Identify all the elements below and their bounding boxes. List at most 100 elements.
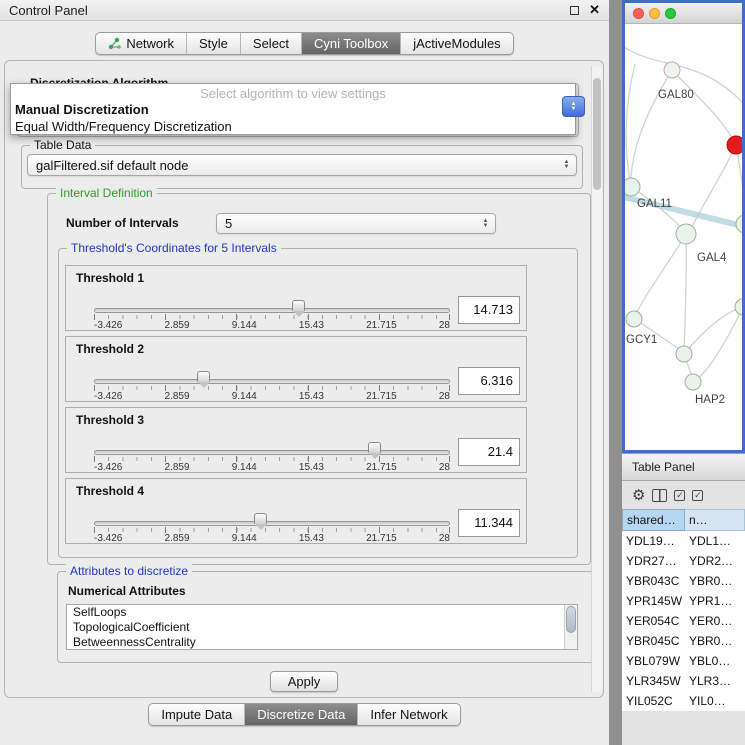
node-label-gal11: GAL11 <box>637 198 672 210</box>
tab-infer-network[interactable]: Infer Network <box>357 704 459 725</box>
slider-scale-label: 15.43 <box>299 533 324 544</box>
number-of-intervals-label: Number of Intervals <box>66 216 179 230</box>
node-label-gal4: GAL4 <box>697 252 727 264</box>
slider-scale-label: 28 <box>439 320 450 331</box>
node-label-gcy1: GCY1 <box>626 334 657 346</box>
algorithm-option-equal-width[interactable]: Equal Width/Frequency Discretization <box>11 118 575 135</box>
slider-scale-label: -3.426 <box>94 320 122 331</box>
threshold-slider[interactable]: -3.426 2.859 9.144 15.43 21.715 <box>94 373 450 403</box>
node[interactable] <box>664 62 680 78</box>
slider-scale: -3.426 2.859 9.144 15.43 21.715 <box>94 391 450 402</box>
network-view-window: GAL80 GAL11 GAL4 GCY1 HAP2 <box>622 0 745 453</box>
zoom-traffic-light-icon[interactable] <box>665 8 676 19</box>
threshold-slider-thumb[interactable] <box>368 442 381 459</box>
table-body: YDL19… YDL1… YDR27… YDR2… YBR043C YBR0… … <box>622 531 745 711</box>
threshold-label: Threshold 2 <box>76 342 144 356</box>
slider-scale-label: 2.859 <box>165 320 190 331</box>
threshold-panel: Threshold 4 <box>65 478 527 544</box>
table-row[interactable]: YBR045C YBR0… <box>622 631 745 651</box>
gear-icon[interactable]: ⚙ <box>632 488 645 503</box>
node[interactable] <box>736 215 742 233</box>
table-panel-header: Table Panel <box>622 453 745 481</box>
slider-scale-label: 28 <box>439 533 450 544</box>
thresholds-group-title: Threshold's Coordinates for 5 Intervals <box>67 241 281 255</box>
node[interactable] <box>676 346 692 362</box>
node[interactable] <box>626 311 642 327</box>
slider-scale-label: -3.426 <box>94 462 122 473</box>
algorithm-combobox-button[interactable]: ▲▼ <box>562 96 585 117</box>
algorithm-dropdown-placeholder: Select algorithm to view settings <box>11 84 575 101</box>
table-data-group: Table Data galFiltered.sif default node … <box>21 145 583 189</box>
num-intervals-select[interactable]: 5 ▲▼ <box>216 213 496 234</box>
table-data-select[interactable]: galFiltered.sif default node ▲▼ <box>27 154 577 176</box>
combo-spinner-icon: ▲▼ <box>561 160 576 170</box>
tab-network[interactable]: Network <box>96 33 186 54</box>
tab-cyni-toolbox[interactable]: Cyni Toolbox <box>301 33 400 54</box>
columns-icon[interactable] <box>652 489 667 502</box>
threshold-slider[interactable]: -3.426 2.859 9.144 15.43 21.715 <box>94 302 450 332</box>
tab-impute-data[interactable]: Impute Data <box>149 704 244 725</box>
apply-button[interactable]: Apply <box>270 671 339 692</box>
minimize-traffic-light-icon[interactable] <box>649 8 660 19</box>
slider-scale-label: -3.426 <box>94 391 122 402</box>
threshold-value-input[interactable]: 6.316 <box>458 367 520 395</box>
panel-scrollbar-thumb[interactable] <box>593 78 601 190</box>
table-row[interactable]: YIL052C YIL0… <box>622 691 745 711</box>
float-window-icon[interactable] <box>570 6 579 15</box>
attribute-list-item[interactable]: SelfLoops <box>67 605 577 620</box>
threshold-slider[interactable]: -3.426 2.859 9.144 15.43 21.715 <box>94 515 450 545</box>
algorithm-option-manual[interactable]: Manual Discretization <box>11 101 575 118</box>
attributes-list-scrollbar[interactable] <box>564 605 577 649</box>
select-all-checkbox-icon[interactable]: ✓ <box>674 490 685 501</box>
combo-spinner-icon: ▲▼ <box>480 219 495 229</box>
threshold-label: Threshold 4 <box>76 484 144 498</box>
table-row[interactable]: YPR145W YPR1… <box>622 591 745 611</box>
panel-scrollbar[interactable] <box>591 66 602 692</box>
slider-scale-label: 2.859 <box>165 391 190 402</box>
node[interactable] <box>735 299 742 315</box>
slider-scale: -3.426 2.859 9.144 15.43 21.715 <box>94 533 450 544</box>
threshold-panel: Threshold 1 <box>65 265 527 331</box>
tab-jactivemodules[interactable]: jActiveModules <box>400 33 512 54</box>
slider-scale-label: 9.144 <box>232 320 257 331</box>
node[interactable] <box>676 224 696 244</box>
table-row[interactable]: YBR043C YBR0… <box>622 571 745 591</box>
table-row[interactable]: YBL079W YBL0… <box>622 651 745 671</box>
threshold-slider-thumb[interactable] <box>197 371 210 388</box>
node[interactable] <box>625 178 640 196</box>
node[interactable] <box>685 374 701 390</box>
select-none-checkbox-icon[interactable]: ✓ <box>692 490 703 501</box>
slider-scale-label: -3.426 <box>94 533 122 544</box>
selected-node[interactable] <box>727 136 742 154</box>
slider-scale: -3.426 2.859 9.144 15.43 21.715 <box>94 320 450 331</box>
attribute-list-item[interactable]: BetweennessCentrality <box>67 635 577 650</box>
close-icon[interactable]: ✕ <box>589 2 600 18</box>
threshold-slider-thumb[interactable] <box>292 300 305 317</box>
threshold-value-input[interactable]: 14.713 <box>458 296 520 324</box>
threshold-slider[interactable]: -3.426 2.859 9.144 15.43 21.715 <box>94 444 450 474</box>
column-header-name[interactable]: n… <box>685 509 745 531</box>
slider-track[interactable] <box>94 308 450 313</box>
attribute-list-item[interactable]: TopologicalCoefficient <box>67 620 577 635</box>
table-row[interactable]: YDL19… YDL1… <box>622 531 745 551</box>
threshold-value-input[interactable]: 21.4 <box>458 438 520 466</box>
slider-track[interactable] <box>94 379 450 384</box>
tab-select[interactable]: Select <box>240 33 301 54</box>
num-intervals-value: 5 <box>225 216 232 231</box>
tab-discretize-data[interactable]: Discretize Data <box>244 704 357 725</box>
table-row[interactable]: YER054C YER0… <box>622 611 745 631</box>
slider-scale-label: 21.715 <box>366 320 397 331</box>
tab-style[interactable]: Style <box>186 33 240 54</box>
table-row[interactable]: YDR27… YDR2… <box>622 551 745 571</box>
threshold-value-input[interactable]: 11.344 <box>458 509 520 537</box>
slider-track[interactable] <box>94 450 450 455</box>
node-label-hap2: HAP2 <box>695 394 725 406</box>
column-header-shared-name[interactable]: shared… <box>622 509 685 531</box>
network-canvas[interactable]: GAL80 GAL11 GAL4 GCY1 HAP2 <box>625 24 742 450</box>
slider-scale-label: 2.859 <box>165 462 190 473</box>
network-icon <box>108 37 121 50</box>
close-traffic-light-icon[interactable] <box>633 8 644 19</box>
threshold-slider-thumb[interactable] <box>254 513 267 530</box>
table-row[interactable]: YLR345W YLR3… <box>622 671 745 691</box>
slider-track[interactable] <box>94 521 450 526</box>
